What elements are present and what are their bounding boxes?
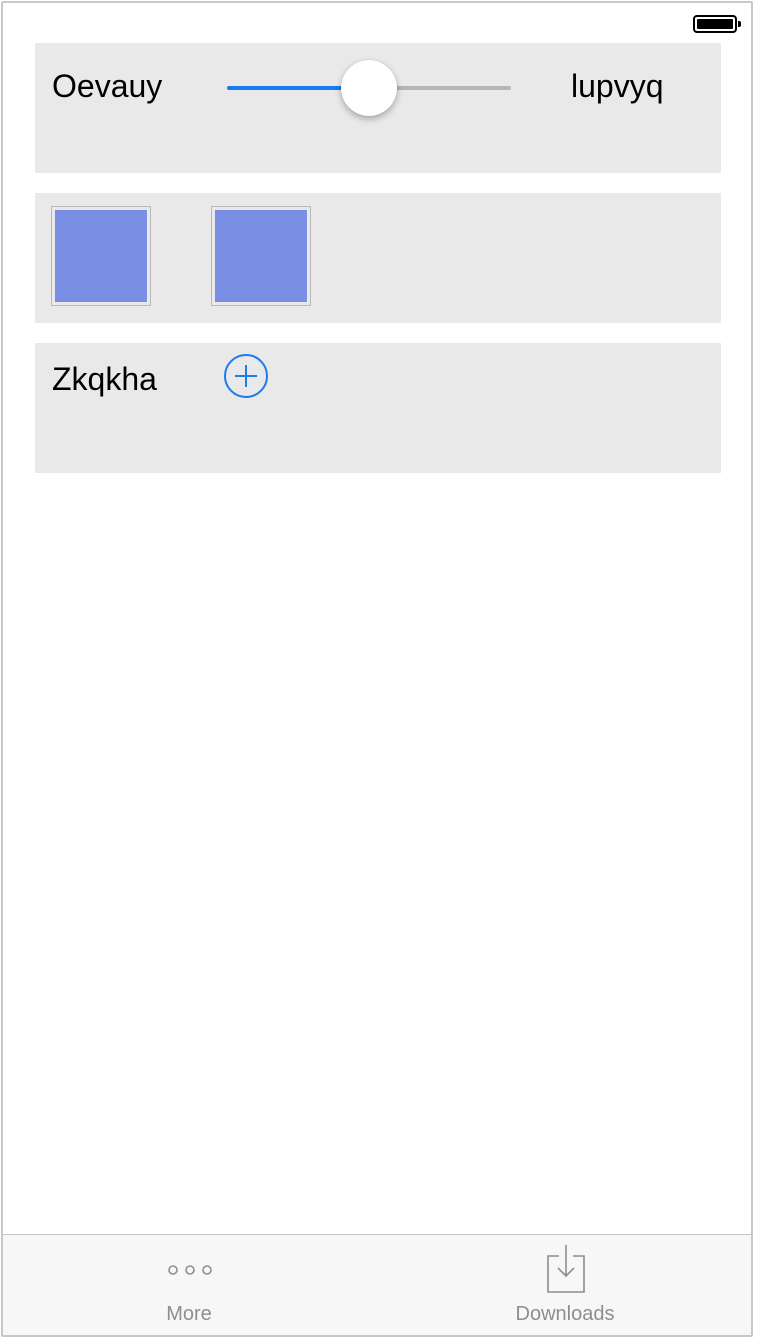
slider-row: Oevauy lupvyq [35, 43, 721, 173]
slider-max-label: lupvyq [571, 68, 664, 104]
color-swatch-fill [215, 210, 307, 302]
tab-more[interactable]: More [89, 1235, 289, 1335]
slider-thumb[interactable] [341, 60, 397, 116]
tab-downloads-label: Downloads [515, 1303, 615, 1325]
value-slider[interactable] [227, 60, 511, 116]
tab-more-label: More [166, 1303, 212, 1325]
battery-level-fill [697, 19, 733, 29]
screen: Oevauy lupvyq Zkqkha More Downloads [1, 1, 753, 1337]
add-button[interactable] [224, 354, 268, 398]
downloads-icon [547, 1245, 585, 1293]
tab-downloads[interactable]: Downloads [465, 1235, 665, 1335]
add-row-label: Zkqkha [52, 361, 157, 397]
color-swatch[interactable] [51, 206, 151, 306]
color-swatch-fill [55, 210, 147, 302]
color-swatch[interactable] [211, 206, 311, 306]
swatch-row [35, 193, 721, 323]
more-icon [168, 1265, 212, 1275]
add-row: Zkqkha [35, 343, 721, 473]
tab-bar: More Downloads [3, 1234, 751, 1335]
slider-min-label: Oevauy [52, 68, 163, 104]
battery-icon [693, 15, 741, 33]
